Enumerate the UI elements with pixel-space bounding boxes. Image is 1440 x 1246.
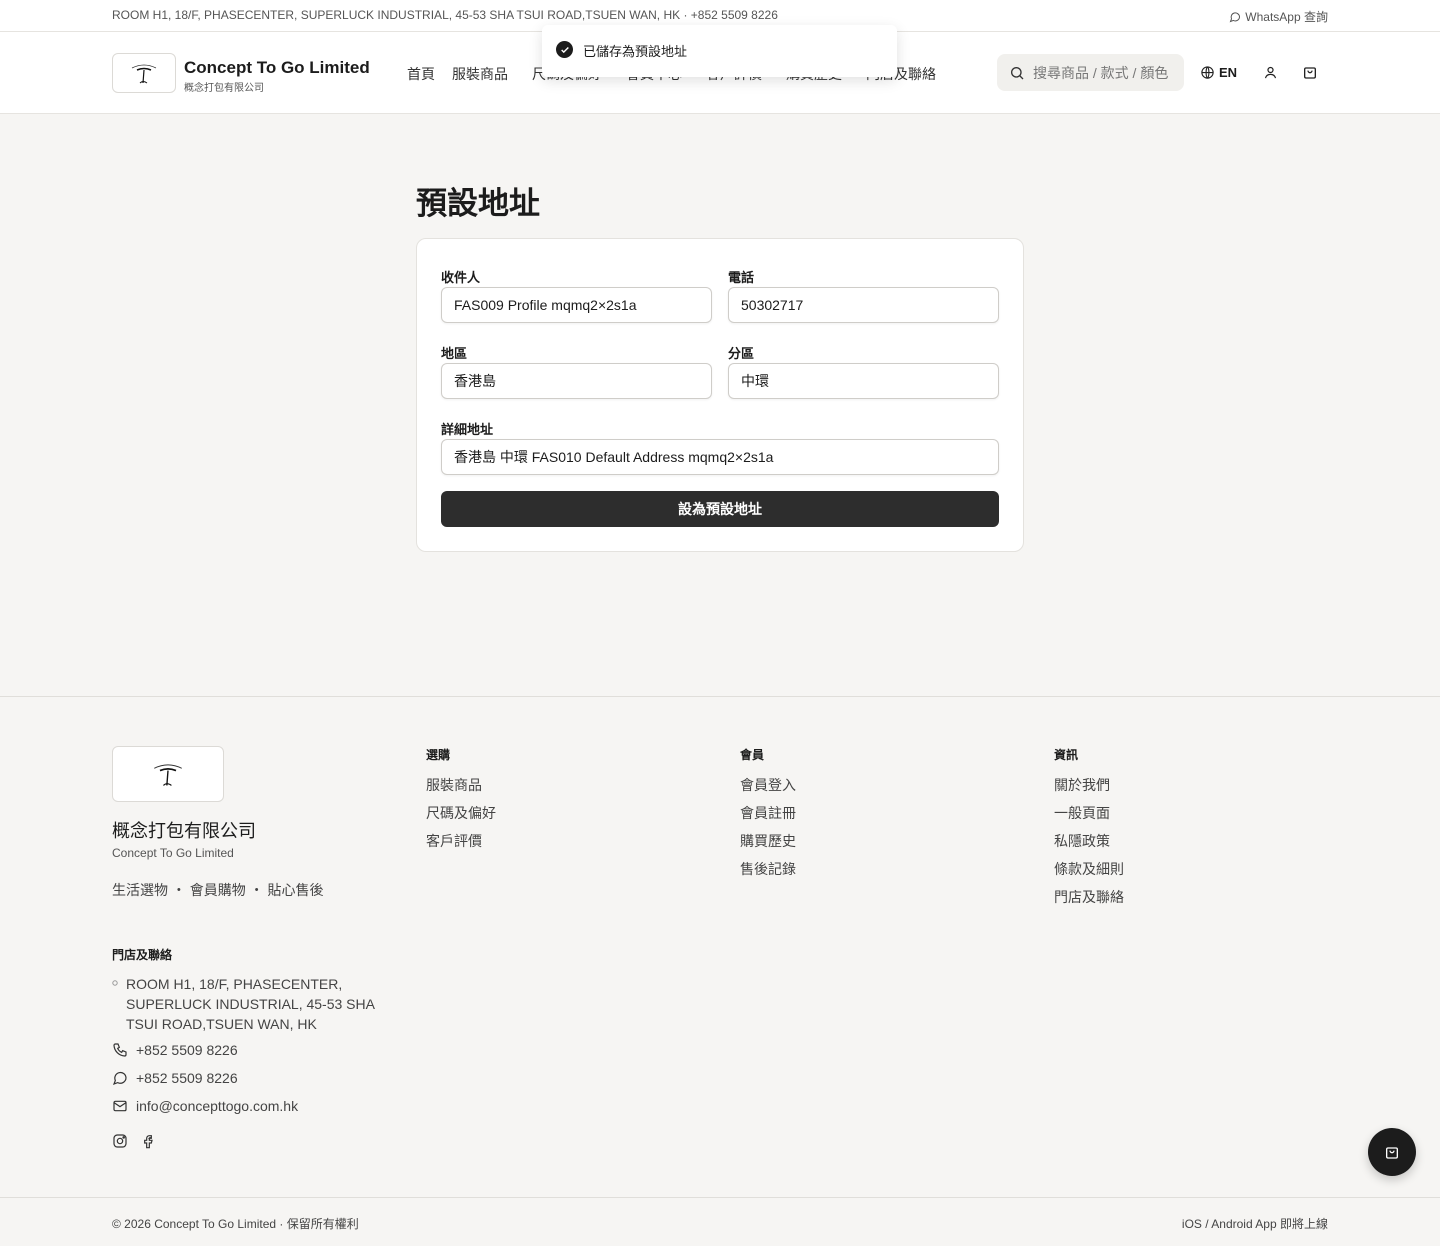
whatsapp-label: WhatsApp 查詢 [1245,10,1328,24]
footer-link-products[interactable]: 服裝商品 [426,775,482,795]
search-box[interactable] [997,54,1184,91]
address-input[interactable] [441,439,999,475]
recipient-label: 收件人 [441,270,481,285]
footer-column-title-member: 會員 [740,748,765,762]
social-links [112,1133,156,1149]
footer-link-reviews[interactable]: 客戶評價 [426,831,482,851]
shopping-bag-icon [1386,1147,1398,1159]
page-title: 預設地址 [416,186,540,222]
brand-subtitle: 概念打包有限公司 [184,83,264,94]
floating-cart-button[interactable] [1368,1128,1416,1176]
shopping-bag-icon [1304,67,1316,79]
footer-column-title-shop: 選購 [426,748,451,762]
footer-phone: +852 5509 8226 [136,1042,238,1058]
whatsapp-link[interactable]: WhatsApp 查詢 [1229,8,1328,25]
district-label: 分區 [728,346,755,361]
set-default-address-button[interactable]: 設為預設地址 [441,491,999,527]
mail-icon [113,1100,127,1112]
footer-company-name: 概念打包有限公司 [112,821,256,842]
brand-logo[interactable] [112,53,176,93]
address-label: 詳細地址 [441,422,494,437]
site-footer: 概念打包有限公司 Concept To Go Limited 生活選物 ・ 會員… [0,696,1440,1246]
footer-link-terms[interactable]: 條款及細則 [1054,859,1124,879]
footer-tagline: 生活選物 ・ 會員購物 ・ 貼心售後 [112,882,324,898]
nav-item-home[interactable]: 首頁 [407,64,435,84]
search-icon [1011,66,1024,79]
check-circle-icon [556,41,573,58]
footer-address: ROOM H1, 18/F, PHASECENTER, SUPERLUCK IN… [126,976,375,1032]
toast-message: 已儲存為預設地址 [583,44,688,59]
footer-phone-row[interactable]: +852 5509 8226 [112,1042,238,1058]
search-input[interactable] [1033,64,1173,81]
user-icon [1264,66,1276,78]
chat-icon [112,1071,127,1086]
cart-button[interactable] [1300,62,1320,82]
footer-email: info@concepttogo.com.hk [136,1098,299,1114]
logo-mark [131,64,157,84]
footer-link-contact[interactable]: 門店及聯絡 [1054,887,1124,907]
footer-link-general[interactable]: 一般頁面 [1054,803,1110,823]
footer-link-aftersales[interactable]: 售後記錄 [740,859,796,879]
success-toast: 已儲存為預設地址 [542,25,897,77]
footer-email-row[interactable]: info@concepttogo.com.hk [112,1098,298,1114]
chat-icon [1229,11,1241,22]
footer-whatsapp: +852 5509 8226 [136,1070,238,1086]
recipient-input[interactable] [441,287,712,323]
facebook-icon[interactable] [140,1133,156,1149]
footer-link-register[interactable]: 會員註冊 [740,803,796,823]
footer-company-english: Concept To Go Limited [112,846,234,860]
phone-input[interactable] [728,287,999,323]
footer-link-size[interactable]: 尺碼及偏好 [426,803,496,823]
brand-name[interactable]: Concept To Go Limited [184,58,370,78]
app-coming-soon: iOS / Android App 即將上線 [1181,1217,1328,1231]
instagram-icon[interactable] [112,1133,128,1149]
address-form-card: 收件人 電話 地區 分區 詳細地址 設為預設地址 [416,238,1024,552]
language-label: EN [1219,65,1238,80]
copyright: © 2026 Concept To Go Limited · 保留所有權利 [112,1217,359,1231]
phone-label: 電話 [728,270,755,285]
topbar-address: ROOM H1, 18/F, PHASECENTER, SUPERLUCK IN… [112,8,778,22]
phone-icon [113,1043,127,1057]
footer-link-history[interactable]: 購買歷史 [740,831,796,851]
district-input[interactable] [728,363,999,399]
footer-contact-title: 門店及聯絡 [112,948,173,962]
footer-whatsapp-row[interactable]: +852 5509 8226 [112,1070,238,1086]
nav-item-products[interactable]: 服裝商品 [452,64,508,84]
footer-bottom-bar: © 2026 Concept To Go Limited · 保留所有權利 iO… [0,1197,1440,1246]
footer-link-login[interactable]: 會員登入 [740,775,796,795]
globe-icon [1201,66,1214,79]
account-button[interactable] [1260,62,1280,82]
language-switch[interactable]: EN [1200,65,1237,80]
region-input[interactable] [441,363,712,399]
footer-link-about[interactable]: 關於我們 [1054,775,1110,795]
footer-column-title-info: 資訊 [1054,748,1079,762]
footer-link-privacy[interactable]: 私隱政策 [1054,831,1110,851]
map-pin-icon [112,980,118,986]
footer-logo[interactable] [112,746,224,802]
logo-mark [154,764,182,786]
region-label: 地區 [441,346,468,361]
